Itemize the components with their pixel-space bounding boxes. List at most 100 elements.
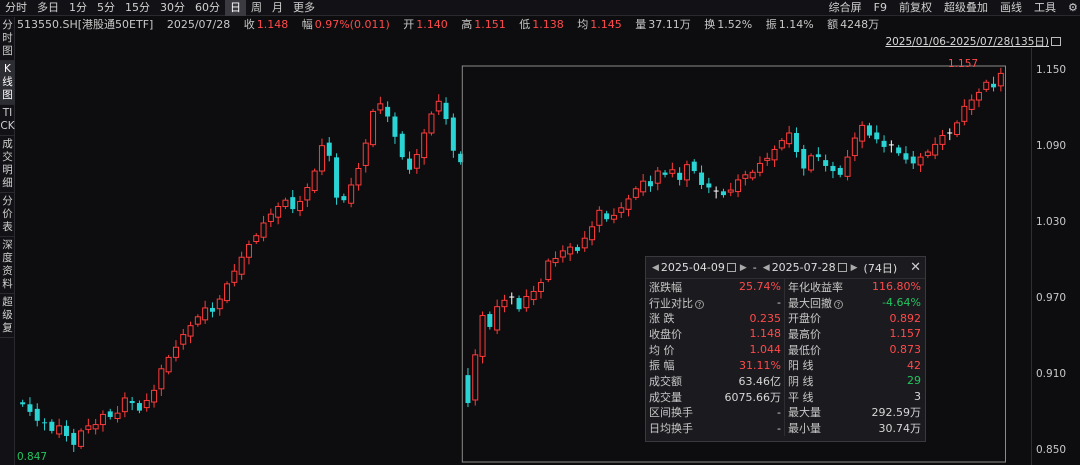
prev-end-arrow-icon[interactable]: ◀ — [763, 263, 770, 273]
period-tab-4[interactable]: 15分 — [120, 0, 155, 16]
open-value: 1.140 — [416, 18, 448, 31]
candle-body — [311, 170, 318, 192]
help-icon[interactable]: ? — [834, 299, 843, 309]
period-tab-0[interactable]: 分时 — [0, 0, 32, 16]
end-date[interactable]: 2025-07-28 — [772, 261, 836, 274]
period-tab-9[interactable]: 月 — [267, 0, 288, 16]
sidebar-item-5[interactable]: 深度资料 — [0, 237, 15, 294]
candle-body — [801, 148, 807, 169]
sidebar-item-6[interactable]: 超级复 — [0, 294, 15, 338]
close-value: 1.148 — [256, 18, 289, 31]
date-range-label[interactable]: 2025/01/06-2025/07/28(135日) — [885, 36, 1061, 48]
start-calendar-icon[interactable] — [726, 263, 736, 272]
sidebar-item-3[interactable]: 成交明细 — [0, 136, 15, 193]
period-tab-8[interactable]: 周 — [246, 0, 267, 16]
help-icon[interactable]: ? — [695, 299, 704, 309]
stat-cell: 日均换手 - — [646, 420, 785, 436]
toolbar-right-4[interactable]: 画线 — [994, 0, 1028, 16]
prev-arrow-icon[interactable]: ◀ — [652, 263, 659, 273]
candle-body — [202, 307, 209, 321]
turnover-value: 1.52% — [717, 18, 753, 31]
candle-body — [589, 226, 596, 241]
stat-value: 1.148 — [749, 327, 782, 341]
next-arrow-icon[interactable]: ▶ — [740, 263, 747, 273]
candle-body — [27, 404, 33, 412]
toolbar-right-5[interactable]: 工具 — [1028, 0, 1062, 16]
candle-body — [282, 199, 289, 208]
candle-body — [92, 424, 99, 430]
stat-value: 1.157 — [889, 327, 922, 341]
stat-key: 最小量 — [788, 422, 821, 436]
next-end-arrow-icon[interactable]: ▶ — [851, 263, 858, 273]
candle-body — [764, 157, 771, 161]
toolbar-right-1[interactable]: F9 — [868, 0, 893, 16]
candle-body — [983, 81, 990, 90]
candle-body — [910, 156, 916, 164]
candle-body — [253, 235, 260, 243]
candle-body — [844, 156, 851, 177]
sidebar-item-0[interactable]: 分时图 — [0, 17, 15, 61]
close-icon[interactable]: ✕ — [910, 260, 921, 275]
candle-body — [647, 181, 653, 187]
stat-key: 涨 跌 — [649, 312, 675, 326]
candle-body — [968, 99, 975, 110]
candle-body — [625, 198, 632, 210]
candle-body — [42, 422, 48, 424]
high-price-marker: 1.157 — [948, 58, 979, 70]
change-value: 0.97%(0.011) — [314, 18, 390, 31]
toolbar-right-3[interactable]: 超级叠加 — [938, 0, 994, 16]
start-date[interactable]: 2025-04-09 — [661, 261, 725, 274]
stat-key: 阳 线 — [788, 359, 814, 373]
candle-body — [997, 72, 1004, 87]
stat-cell: 振 幅 31.11% — [646, 357, 785, 374]
sidebar-item-4[interactable]: 分价表 — [0, 193, 15, 237]
candle-body — [662, 172, 668, 175]
candle-body — [720, 191, 726, 196]
candle-body — [866, 125, 872, 136]
stat-cell: 最大回撤? -4.64% — [785, 295, 924, 311]
toolbar-right-0[interactable]: 综合屏 — [823, 0, 868, 16]
candle-body — [143, 399, 150, 409]
calendar-icon[interactable] — [1051, 37, 1061, 46]
candle-body — [107, 411, 113, 417]
stats-grid: 涨跌幅 25.74% 年化收益率 116.80% 行业对比? - 最大回撤? -4.64% 涨 … — [646, 279, 925, 436]
gear-icon[interactable]: ⚙ — [1062, 0, 1080, 16]
stat-key: 平 线 — [788, 390, 814, 404]
stat-value: 6075.66万 — [724, 390, 782, 404]
candle-body — [896, 147, 902, 154]
stat-key: 涨跌幅 — [649, 280, 682, 294]
candle-body — [523, 296, 530, 309]
end-calendar-icon[interactable] — [837, 263, 847, 272]
stat-value: 25.74% — [739, 280, 781, 294]
sidebar-item-1[interactable]: K线图 — [0, 61, 15, 105]
period-tab-1[interactable]: 多日 — [32, 0, 64, 16]
candle-body — [407, 158, 413, 170]
candle-body — [304, 187, 311, 201]
candle-body — [275, 206, 282, 218]
low-price-marker: 0.847 — [17, 451, 48, 463]
candle-body — [618, 207, 625, 213]
period-tab-5[interactable]: 30分 — [155, 0, 190, 16]
candle-body — [421, 132, 428, 159]
stat-key: 最低价 — [788, 343, 821, 357]
candle-body — [209, 307, 215, 312]
price-axis: 1.150 1.090 1.030 0.970 0.910 0.850 — [1031, 48, 1080, 465]
candle-body — [727, 189, 734, 193]
period-tab-2[interactable]: 1分 — [64, 0, 92, 16]
candle-body — [479, 315, 486, 357]
candle-body — [341, 196, 347, 201]
candle-body — [509, 296, 515, 298]
axis-tick-label: 1.150 — [1036, 63, 1067, 76]
toolbar-right-2[interactable]: 前复权 — [893, 0, 938, 16]
period-tab-3[interactable]: 5分 — [92, 0, 120, 16]
quote-bar: 513550.SH[港股通50ETF] 2025/07/28 收 1.148 幅0… — [17, 17, 881, 33]
candle-body — [823, 160, 829, 166]
candle-body — [231, 270, 238, 283]
period-tab-7[interactable]: 日 — [225, 0, 246, 16]
candle-body — [778, 140, 785, 149]
sidebar-item-2[interactable]: TICK — [0, 105, 15, 136]
candle-body — [20, 402, 26, 405]
period-tab-10[interactable]: 更多 — [288, 0, 320, 16]
period-tab-6[interactable]: 60分 — [190, 0, 225, 16]
candle-body — [632, 188, 639, 198]
